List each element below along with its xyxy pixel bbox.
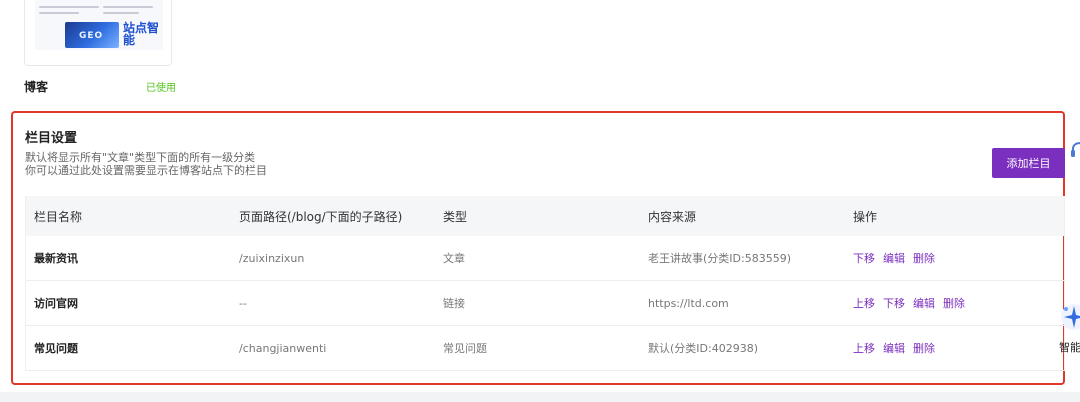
template-card[interactable]: GEO 站点智能 <box>24 0 172 66</box>
header-actions: 操作 <box>853 209 878 224</box>
table-row: 常见问题 /changjianwenti 常见问题 默认(分类ID:402938… <box>26 326 1064 371</box>
edit-button[interactable]: 编辑 <box>913 295 935 311</box>
row-source: https://ltd.com <box>648 296 729 310</box>
header-type: 类型 <box>443 209 468 224</box>
table-row: 最新资讯 /zuixinzixun 文章 老王讲故事(分类ID:583559) … <box>26 236 1064 281</box>
smart-assistant-label[interactable]: 智能 <box>1059 339 1080 355</box>
row-type: 常见问题 <box>443 342 487 355</box>
template-thumbnail: GEO 站点智能 <box>35 0 163 50</box>
row-type: 文章 <box>443 252 465 265</box>
headset-icon[interactable] <box>1070 138 1080 160</box>
header-path: 页面路径(/blog/下面的子路径) <box>239 209 403 224</box>
thumbnail-text: 站点智能 <box>123 21 160 47</box>
columns-table: 栏目名称 页面路径(/blog/下面的子路径) 类型 内容来源 操作 最新资讯 … <box>25 196 1065 371</box>
table-row: 访问官网 -- 链接 https://ltd.com 上移 下移 编辑 删除 <box>26 281 1064 326</box>
page: GEO 站点智能 博客 已使用 栏目设置 默认将显示所有"文章"类型下面的所有一… <box>0 0 1080 402</box>
thumbnail-image: GEO <box>65 22 119 48</box>
bottom-divider <box>0 392 1080 402</box>
move-up-button[interactable]: 上移 <box>853 295 875 311</box>
delete-button[interactable]: 删除 <box>943 295 965 311</box>
move-down-button[interactable]: 下移 <box>883 295 905 311</box>
template-status: 已使用 <box>146 83 176 94</box>
row-path: /zuixinzixun <box>239 251 305 265</box>
section-desc-line2: 你可以通过此处设置需要显示在博客站点下的栏目 <box>25 164 267 177</box>
template-name: 博客 <box>24 80 49 94</box>
add-column-button[interactable]: 添加栏目 <box>992 148 1065 178</box>
section-title: 栏目设置 <box>25 131 78 146</box>
thumbnail-badge: GEO <box>79 31 104 41</box>
section-desc-line1: 默认将显示所有"文章"类型下面的所有一级分类 <box>25 151 256 164</box>
move-up-button[interactable]: 上移 <box>853 340 875 356</box>
row-path: -- <box>239 296 247 310</box>
row-name: 访问官网 <box>34 297 78 310</box>
row-actions: 下移 编辑 删除 <box>853 236 943 280</box>
row-actions: 上移 编辑 删除 <box>853 326 943 370</box>
header-name: 栏目名称 <box>34 209 83 224</box>
edit-button[interactable]: 编辑 <box>883 340 905 356</box>
column-settings-section: 栏目设置 默认将显示所有"文章"类型下面的所有一级分类 你可以通过此处设置需要显… <box>11 111 1065 385</box>
row-type: 链接 <box>443 297 465 310</box>
row-source: 默认(分类ID:402938) <box>648 342 758 355</box>
row-source: 老王讲故事(分类ID:583559) <box>648 252 791 265</box>
section-description: 默认将显示所有"文章"类型下面的所有一级分类 你可以通过此处设置需要显示在博客站… <box>25 151 267 177</box>
row-name: 最新资讯 <box>34 252 78 265</box>
table-header: 栏目名称 页面路径(/blog/下面的子路径) 类型 内容来源 操作 <box>26 196 1064 236</box>
delete-button[interactable]: 删除 <box>913 340 935 356</box>
move-down-button[interactable]: 下移 <box>853 250 875 266</box>
row-name: 常见问题 <box>34 342 78 355</box>
header-source: 内容来源 <box>648 209 697 224</box>
row-path: /changjianwenti <box>239 341 327 355</box>
delete-button[interactable]: 删除 <box>913 250 935 266</box>
row-actions: 上移 下移 编辑 删除 <box>853 281 973 325</box>
smart-assistant-icon[interactable] <box>1056 300 1080 334</box>
edit-button[interactable]: 编辑 <box>883 250 905 266</box>
